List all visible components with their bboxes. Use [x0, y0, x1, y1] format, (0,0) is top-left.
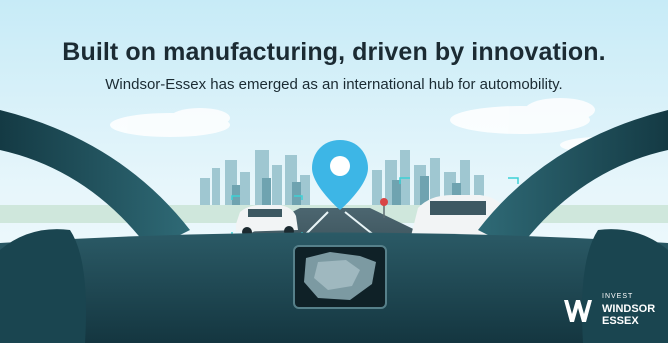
- logo-line-1: WINDSOR: [602, 303, 656, 315]
- logo-line-2: ESSEX: [602, 315, 639, 327]
- logo-mark-icon: [564, 300, 592, 322]
- banner: Built on manufacturing, driven by innova…: [0, 0, 668, 343]
- center-display: [293, 245, 387, 309]
- subheadline: Windsor-Essex has emerged as an internat…: [105, 76, 563, 93]
- logo-small-text: INVEST: [602, 293, 634, 300]
- headline: Built on manufacturing, driven by innova…: [62, 38, 606, 66]
- seat-left: [0, 229, 86, 343]
- invest-windsor-essex-logo: INVEST WINDSOR ESSEX: [562, 292, 662, 332]
